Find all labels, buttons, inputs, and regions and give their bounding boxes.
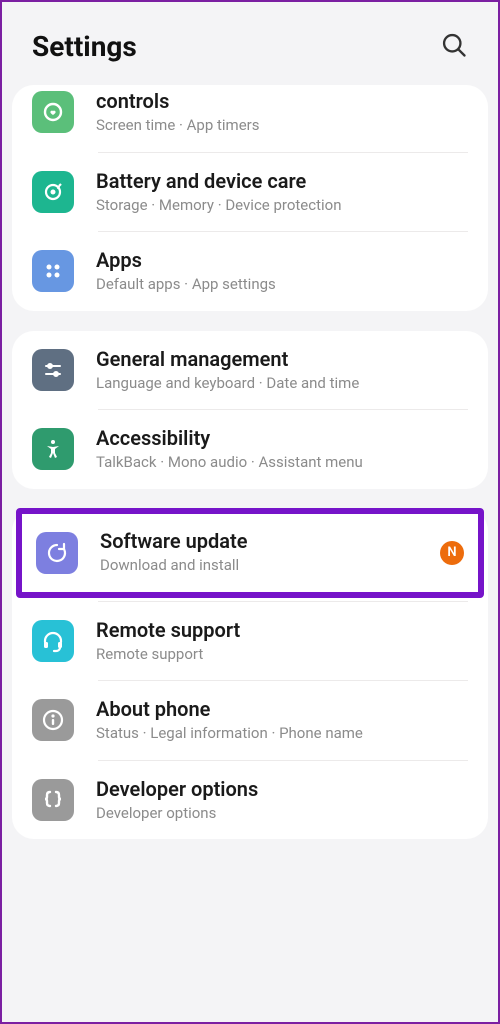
notification-badge: N	[440, 541, 464, 565]
item-title: About phone	[96, 697, 468, 721]
list-item-software-update[interactable]: Software update Download and install N	[22, 514, 478, 592]
highlight-box: Software update Download and install N	[16, 508, 484, 598]
list-item-developer-options[interactable]: Developer options Developer options	[12, 761, 488, 840]
item-text: Battery and device care Storage · Memory…	[96, 169, 468, 216]
item-title: Remote support	[96, 618, 468, 642]
settings-header: Settings	[2, 2, 498, 85]
item-subtitle: Language and keyboard · Date and time	[96, 374, 468, 394]
item-title: Apps	[96, 248, 468, 272]
heart-icon	[32, 91, 74, 133]
accessibility-icon	[32, 428, 74, 470]
apps-icon	[32, 250, 74, 292]
item-title: controls	[96, 89, 468, 113]
info-icon	[32, 699, 74, 741]
list-item-apps[interactable]: Apps Default apps · App settings	[12, 232, 488, 311]
item-text: About phone Status · Legal information ·…	[96, 697, 468, 744]
update-icon	[36, 532, 78, 574]
list-item-about-phone[interactable]: About phone Status · Legal information ·…	[12, 681, 488, 760]
item-subtitle: Remote support	[96, 645, 468, 665]
list-item-battery-device-care[interactable]: Battery and device care Storage · Memory…	[12, 153, 488, 232]
braces-icon	[32, 779, 74, 821]
item-text: General management Language and keyboard…	[96, 347, 468, 394]
headset-icon	[32, 620, 74, 662]
item-text: Accessibility TalkBack · Mono audio · As…	[96, 426, 468, 473]
settings-group: General management Language and keyboard…	[12, 331, 488, 489]
list-item-remote-support[interactable]: Remote support Remote support	[12, 602, 488, 681]
item-title: Software update	[100, 529, 440, 553]
item-subtitle: Default apps · App settings	[96, 275, 468, 295]
item-title: Battery and device care	[96, 169, 468, 193]
item-text: controls Screen time · App timers	[96, 91, 468, 136]
item-title: Developer options	[96, 777, 468, 801]
item-subtitle: Developer options	[96, 804, 468, 824]
list-item-accessibility[interactable]: Accessibility TalkBack · Mono audio · As…	[12, 410, 488, 489]
list-item-general-management[interactable]: General management Language and keyboard…	[12, 331, 488, 410]
item-subtitle: Screen time · App timers	[96, 116, 468, 136]
settings-group: controls Screen time · App timers Batter…	[12, 85, 488, 311]
list-item-digital-wellbeing[interactable]: controls Screen time · App timers	[12, 85, 488, 152]
sliders-icon	[32, 349, 74, 391]
item-text: Software update Download and install	[100, 529, 440, 576]
item-subtitle: TalkBack · Mono audio · Assistant menu	[96, 453, 468, 473]
item-subtitle: Download and install	[100, 556, 440, 576]
item-title: General management	[96, 347, 468, 371]
item-title: Accessibility	[96, 426, 468, 450]
item-text: Apps Default apps · App settings	[96, 248, 468, 295]
care-icon	[32, 171, 74, 213]
settings-group: Software update Download and install N R…	[12, 509, 488, 840]
search-icon[interactable]	[440, 31, 468, 63]
item-text: Developer options Developer options	[96, 777, 468, 824]
item-subtitle: Status · Legal information · Phone name	[96, 724, 468, 744]
page-title: Settings	[32, 30, 137, 63]
item-subtitle: Storage · Memory · Device protection	[96, 196, 468, 216]
item-text: Remote support Remote support	[96, 618, 468, 665]
